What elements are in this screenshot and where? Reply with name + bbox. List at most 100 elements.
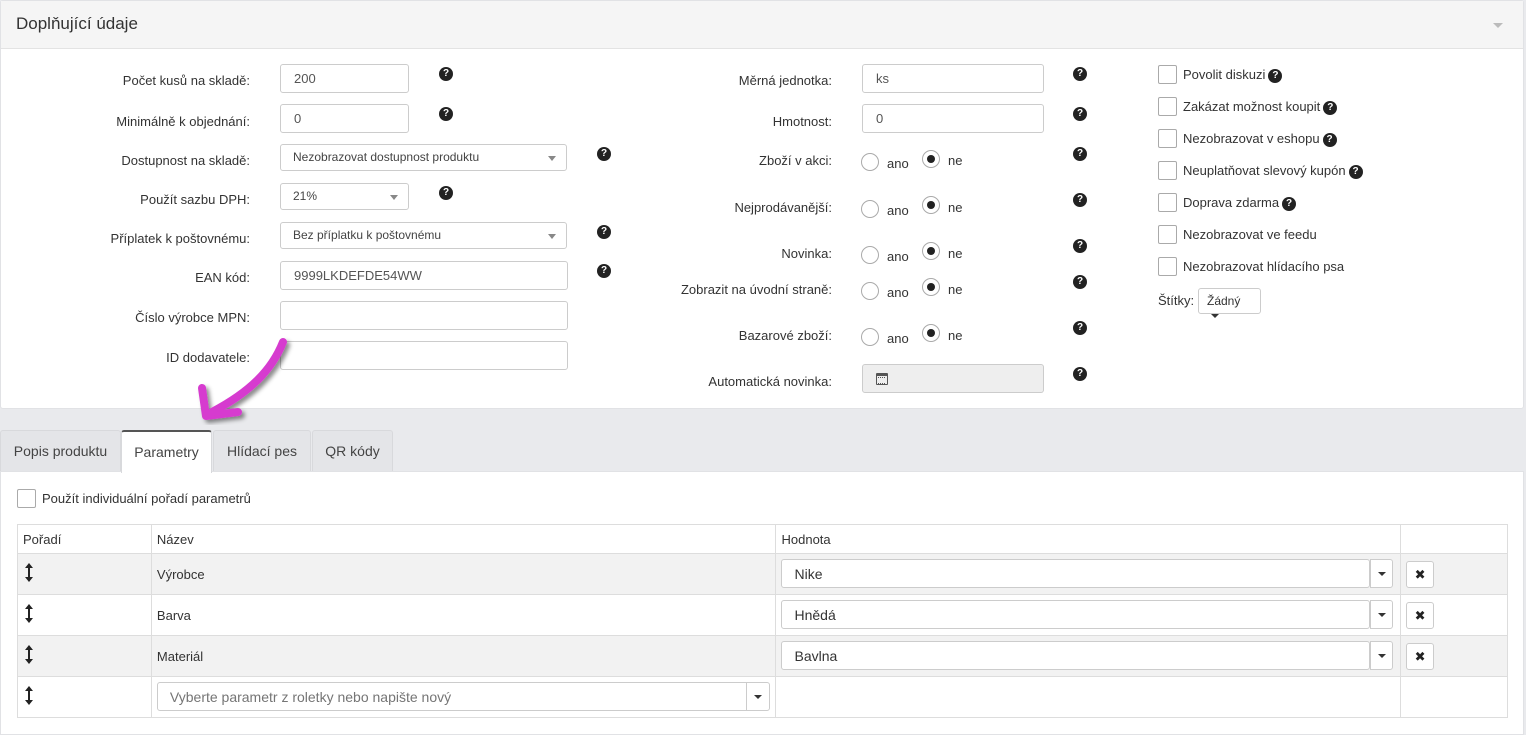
tab-qr-codes[interactable]: QR kódy	[312, 430, 393, 472]
bestseller-help-icon[interactable]: ?	[1073, 193, 1087, 207]
tab-product-description[interactable]: Popis produktu	[0, 430, 121, 472]
homepage-yes-radio[interactable]	[861, 282, 879, 300]
hide-in-feed-checkbox[interactable]	[1158, 225, 1177, 244]
vat-value: 21%	[293, 189, 318, 203]
no-coupon-checkbox[interactable]	[1158, 161, 1177, 180]
availability-value: Nezobrazovat dostupnost produktu	[293, 150, 480, 164]
allow-discussion-checkbox[interactable]	[1158, 65, 1177, 84]
delete-row-button[interactable]: ✖	[1406, 561, 1435, 588]
disable-buy-help-icon[interactable]: ?	[1323, 101, 1338, 115]
stock-label: Počet kusů na skladě:	[122, 73, 250, 88]
param-value-dropdown-button[interactable]	[1370, 559, 1394, 588]
drag-sort-icon[interactable]	[25, 645, 33, 664]
news-yes-radio[interactable]	[861, 246, 879, 264]
drag-sort-icon[interactable]	[25, 604, 33, 623]
no-coupon-help-icon[interactable]: ?	[1348, 165, 1363, 179]
supplier-input[interactable]	[280, 341, 568, 370]
news-label: Novinka:	[781, 246, 832, 261]
hide-watchdog-label: Nezobrazovat hlídacího psa	[1183, 259, 1345, 274]
disable-buy-checkbox[interactable]	[1158, 97, 1177, 116]
news-help-icon[interactable]: ?	[1073, 239, 1087, 253]
panel-header[interactable]: Doplňující údaje	[1, 1, 1523, 49]
bazaar-no-radio[interactable]	[922, 324, 940, 342]
bazaar-yes-radio[interactable]	[861, 328, 879, 346]
bestseller-yes-radio[interactable]	[861, 200, 879, 218]
column-header-order: Pořadí	[17, 524, 152, 554]
param-value-dropdown-button[interactable]	[1370, 641, 1394, 670]
auto-news-date-input[interactable]	[900, 364, 1044, 393]
delete-row-button[interactable]: ✖	[1406, 602, 1435, 629]
new-param-input[interactable]	[156, 682, 747, 711]
no-coupon-label: Neuplatňovat slevový kupón?	[1183, 163, 1363, 180]
homepage-no-radio[interactable]	[922, 278, 940, 296]
free-shipping-checkbox[interactable]	[1158, 193, 1177, 212]
individual-order-checkbox[interactable]	[17, 489, 36, 508]
weight-input[interactable]	[862, 104, 1044, 133]
availability-help-icon[interactable]: ?	[597, 147, 611, 161]
news-no-radio[interactable]	[922, 242, 940, 260]
free-shipping-help-icon[interactable]: ?	[1282, 197, 1297, 211]
availability-select[interactable]: Nezobrazovat dostupnost produktu	[280, 144, 567, 171]
stock-input[interactable]	[280, 64, 409, 93]
vat-help-icon[interactable]: ?	[439, 186, 453, 200]
parameters-table: Pořadí Název Hodnota Výrobce Nike ✖ Barv…	[17, 524, 1508, 718]
tab-parameters[interactable]: Parametry	[121, 430, 212, 473]
drag-sort-icon[interactable]	[25, 563, 33, 582]
auto-news-help-icon[interactable]: ?	[1073, 367, 1087, 381]
new-param-dropdown-button[interactable]	[745, 682, 770, 711]
param-name: Materiál	[150, 635, 777, 677]
table-row-new	[17, 676, 1508, 718]
param-value-cell: Nike	[775, 553, 1402, 595]
weight-label: Hmotnost:	[772, 114, 832, 129]
bestseller-yes-label: ano	[887, 203, 909, 218]
unit-label: Měrná jednotka:	[738, 73, 832, 88]
table-header-row: Pořadí Název Hodnota	[17, 524, 1508, 554]
delete-row-button[interactable]: ✖	[1406, 643, 1435, 670]
hide-watchdog-checkbox[interactable]	[1158, 257, 1177, 276]
unit-help-icon[interactable]: ?	[1073, 67, 1087, 81]
postage-select[interactable]: Bez příplatku k poštovnému	[280, 222, 567, 249]
caret-down-icon	[1211, 313, 1219, 318]
vat-select[interactable]: 21%	[280, 183, 409, 210]
bazaar-help-icon[interactable]: ?	[1073, 321, 1087, 335]
ean-label: EAN kód:	[195, 270, 250, 285]
bazaar-no-label: ne	[948, 328, 963, 343]
news-yes-label: ano	[887, 249, 909, 264]
stock-help-icon[interactable]: ?	[439, 67, 453, 81]
postage-label: Příplatek k poštovnému:	[110, 231, 250, 246]
min-order-input[interactable]	[280, 104, 409, 133]
param-value-input[interactable]: Bavlna	[781, 641, 1371, 670]
postage-help-icon[interactable]: ?	[597, 225, 611, 239]
sale-no-radio[interactable]	[922, 150, 940, 168]
chevron-down-icon	[390, 195, 398, 200]
homepage-yes-label: ano	[887, 285, 909, 300]
weight-help-icon[interactable]: ?	[1073, 107, 1087, 121]
bazaar-label: Bazarové zboží:	[738, 328, 832, 343]
min-order-help-icon[interactable]: ?	[439, 107, 453, 121]
hide-in-eshop-checkbox[interactable]	[1158, 129, 1177, 148]
mpn-input[interactable]	[280, 301, 568, 330]
allow-discussion-help-icon[interactable]: ?	[1268, 69, 1283, 83]
param-value-dropdown-button[interactable]	[1370, 600, 1394, 629]
drag-sort-icon[interactable]	[25, 686, 33, 705]
unit-input[interactable]	[862, 64, 1044, 93]
tab-watchdog[interactable]: Hlídací pes	[213, 430, 311, 472]
bestseller-no-radio[interactable]	[922, 196, 940, 214]
calendar-button[interactable]	[862, 364, 901, 393]
chevron-down-icon	[548, 234, 556, 239]
hide-in-feed-label: Nezobrazovat ve feedu	[1183, 227, 1317, 242]
sale-yes-radio[interactable]	[861, 153, 879, 171]
hide-in-eshop-help-icon[interactable]: ?	[1322, 133, 1337, 147]
tags-dropdown[interactable]: Žádný	[1198, 288, 1261, 318]
homepage-help-icon[interactable]: ?	[1073, 275, 1087, 289]
sale-help-icon[interactable]: ?	[1073, 147, 1087, 161]
ean-help-icon[interactable]: ?	[597, 264, 611, 278]
collapse-caret-icon[interactable]	[1493, 23, 1503, 28]
param-value-input[interactable]: Nike	[781, 559, 1371, 588]
ean-input[interactable]	[280, 261, 568, 290]
vat-label: Použít sazbu DPH:	[140, 192, 250, 207]
param-value-input[interactable]: Hnědá	[781, 600, 1371, 629]
news-no-label: ne	[948, 246, 963, 261]
column-header-actions	[1400, 524, 1508, 554]
new-param-cell	[150, 676, 777, 718]
